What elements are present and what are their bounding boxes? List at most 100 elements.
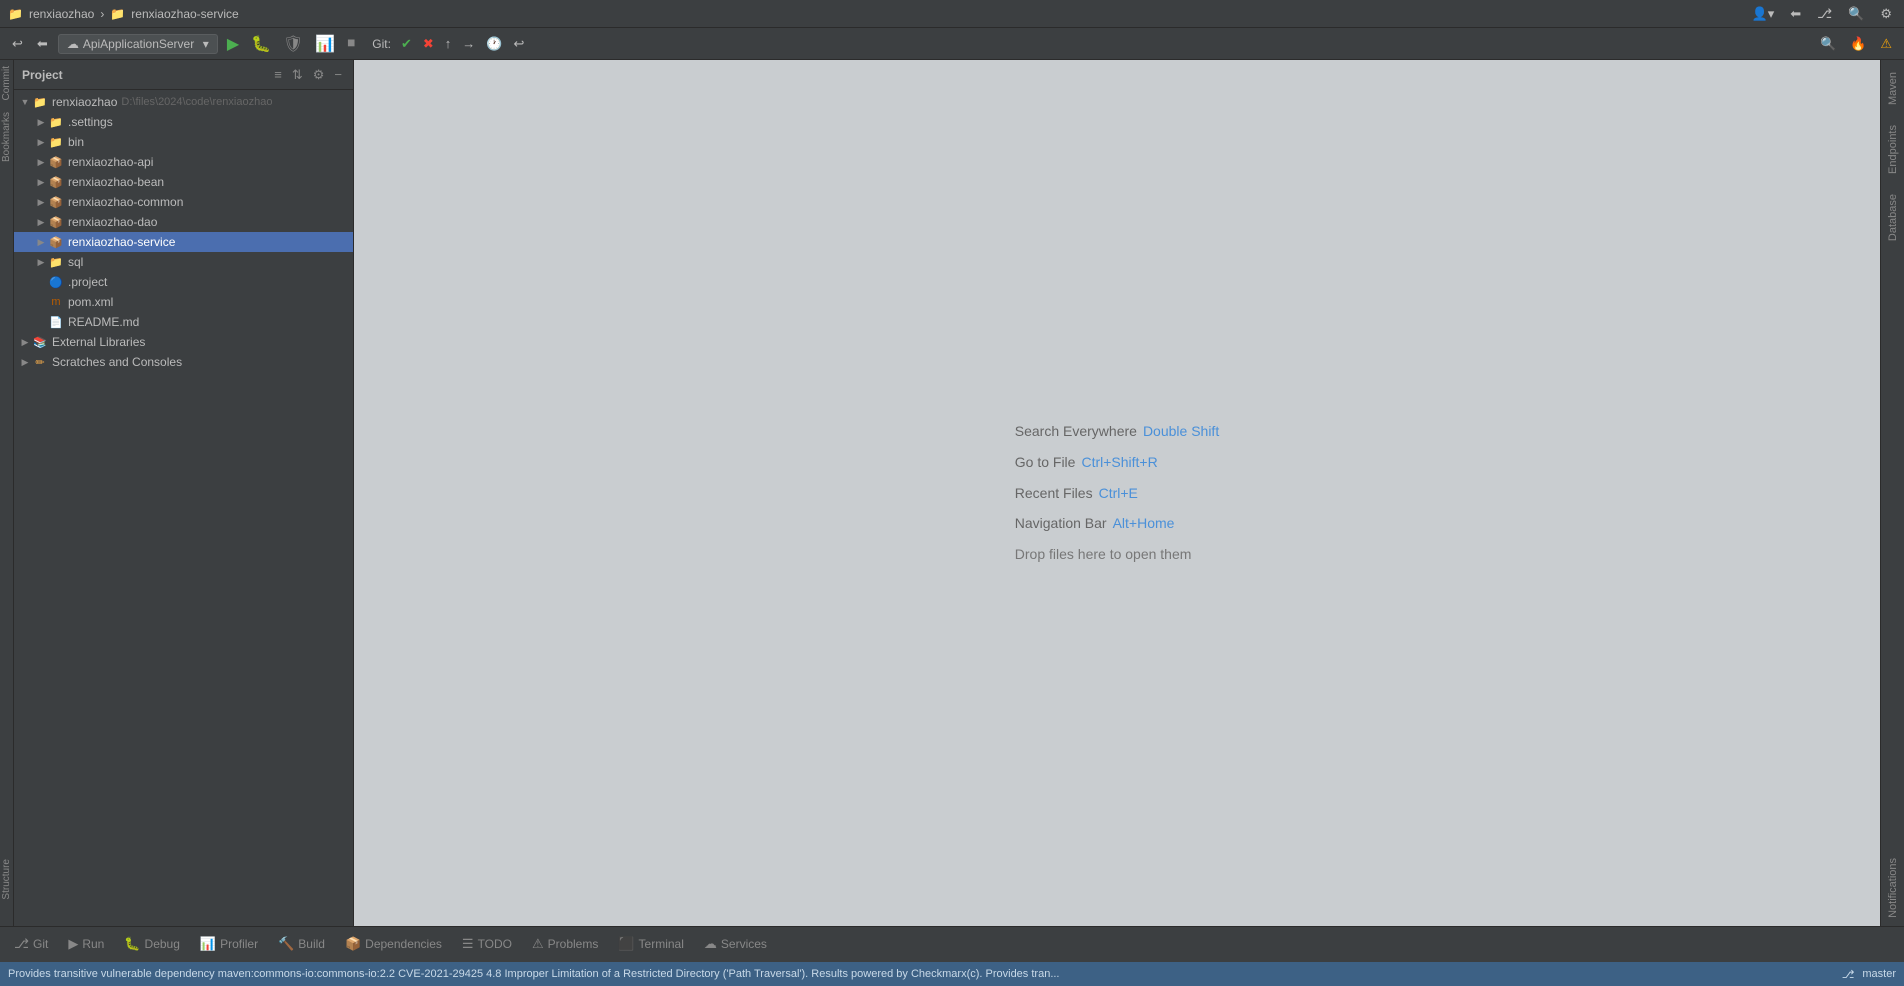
vcs-btn[interactable]: ⎇ <box>1813 4 1836 24</box>
tab-run[interactable]: ▶ Run <box>58 927 114 963</box>
database-tab[interactable]: Database <box>1885 186 1901 249</box>
ext-libs-icon: 📚 <box>32 334 48 350</box>
tab-todo[interactable]: ☰ TODO <box>452 927 522 963</box>
tree-bin[interactable]: ▶ 📁 bin <box>14 132 353 152</box>
sidebar-header: Project ≡ ⇅ ⚙ − <box>14 60 353 90</box>
bottom-tabs: ⎇ Git ▶ Run 🐛 Debug 📊 Profiler 🔨 Build 📦… <box>0 926 1904 962</box>
sidebar-title: Project <box>22 68 267 82</box>
tree-settings[interactable]: ▶ 📁 .settings <box>14 112 353 132</box>
tab-problems[interactable]: ⚠ Problems <box>522 927 608 963</box>
tree-project-file[interactable]: 🔵 .project <box>14 272 353 292</box>
status-message: Provides transitive vulnerable dependenc… <box>8 968 1059 980</box>
tree-sql[interactable]: ▶ 📁 sql <box>14 252 353 272</box>
tree-readme[interactable]: 📄 README.md <box>14 312 353 332</box>
search-label: Search Everywhere <box>1015 416 1137 447</box>
service-label: renxiaozhao-service <box>68 235 175 249</box>
git-checkmark-btn[interactable]: ✔ <box>397 34 416 54</box>
tree-common[interactable]: ▶ 📦 renxiaozhao-common <box>14 192 353 212</box>
profile-btn[interactable]: 📊 <box>312 32 338 56</box>
title-separator: › <box>100 7 104 21</box>
branch-name[interactable]: master <box>1862 968 1896 980</box>
commit-label[interactable]: Commit <box>0 60 13 106</box>
recent-key: Ctrl+E <box>1099 478 1138 509</box>
todo-tab-label: TODO <box>478 937 512 951</box>
sql-arrow: ▶ <box>34 257 48 268</box>
tab-build[interactable]: 🔨 Build <box>268 927 335 963</box>
dependencies-tab-label: Dependencies <box>365 937 442 951</box>
tab-terminal[interactable]: ⬛ Terminal <box>608 927 694 963</box>
git-arrow-up-btn[interactable]: ↑ <box>441 34 456 53</box>
nav-key: Alt+Home <box>1113 508 1175 539</box>
endpoints-tab[interactable]: Endpoints <box>1885 117 1901 182</box>
dao-label: renxiaozhao-dao <box>68 215 157 229</box>
api-arrow: ▶ <box>34 157 48 168</box>
tree-pom[interactable]: m pom.xml <box>14 292 353 312</box>
common-icon: 📦 <box>48 194 64 210</box>
tab-git[interactable]: ⎇ Git <box>4 927 58 963</box>
service-arrow: ▶ <box>34 237 48 248</box>
tree-dao[interactable]: ▶ 📦 renxiaozhao-dao <box>14 212 353 232</box>
tab-dependencies[interactable]: 📦 Dependencies <box>335 927 452 963</box>
tree-scratches[interactable]: ▶ ✏ Scratches and Consoles <box>14 352 353 372</box>
dao-icon: 📦 <box>48 214 64 230</box>
forward-btn[interactable]: ⬅ <box>33 34 52 54</box>
git-arrow-right-btn[interactable]: → <box>458 34 479 53</box>
scratches-icon: ✏ <box>32 354 48 370</box>
run-btn[interactable]: ▶ <box>224 32 242 56</box>
search-btn[interactable]: 🔍 <box>1816 34 1840 54</box>
sidebar-settings-btn[interactable]: ⚙ <box>310 66 328 84</box>
sidebar-content: ▼ 📁 renxiaozhao D:\files\2024\code\renxi… <box>14 90 353 926</box>
undo-btn[interactable]: ↩ <box>8 34 27 54</box>
maven-tab[interactable]: Maven <box>1885 64 1901 113</box>
git-label: Git: <box>372 37 391 51</box>
tab-debug[interactable]: 🐛 Debug <box>114 927 190 963</box>
common-arrow: ▶ <box>34 197 48 208</box>
tree-api[interactable]: ▶ 📦 renxiaozhao-api <box>14 152 353 172</box>
dependencies-tab-icon: 📦 <box>345 936 361 952</box>
run-config-dropdown[interactable]: ☁ ApiApplicationServer ▾ <box>58 34 218 54</box>
main-area: Commit Bookmarks Structure Project ≡ ⇅ ⚙… <box>0 60 1904 926</box>
drop-files: Drop files here to open them <box>1015 539 1219 570</box>
notifications-tab[interactable]: Notifications <box>1885 850 1901 926</box>
goto-shortcut: Go to File Ctrl+Shift+R <box>1015 447 1219 478</box>
settings-label: .settings <box>68 115 113 129</box>
debug-btn[interactable]: 🐛 <box>248 32 274 56</box>
tree-external-libs[interactable]: ▶ 📚 External Libraries <box>14 332 353 352</box>
tree-root[interactable]: ▼ 📁 renxiaozhao D:\files\2024\code\renxi… <box>14 92 353 112</box>
ext-libs-label: External Libraries <box>52 335 145 349</box>
git-undo-btn[interactable]: ↩ <box>509 34 528 54</box>
fire-btn[interactable]: 🔥 <box>1846 34 1870 54</box>
tree-service[interactable]: ▶ 📦 renxiaozhao-service <box>14 232 353 252</box>
sql-icon: 📁 <box>48 254 64 270</box>
tree-bean[interactable]: ▶ 📦 renxiaozhao-bean <box>14 172 353 192</box>
goto-key: Ctrl+Shift+R <box>1081 447 1157 478</box>
structure-label[interactable]: Structure <box>0 853 13 906</box>
user-icon-btn[interactable]: 👤▾ <box>1748 4 1779 24</box>
profiler-tab-label: Profiler <box>220 937 258 951</box>
coverage-btn[interactable]: 🛡 <box>280 32 306 56</box>
settings-btn[interactable]: ⚙ <box>1876 4 1896 24</box>
welcome-panel: Search Everywhere Double Shift Go to Fil… <box>1015 416 1219 570</box>
force-stop-btn[interactable]: ⏹ <box>344 33 358 55</box>
api-label: renxiaozhao-api <box>68 155 153 169</box>
root-folder-icon: 📁 <box>32 94 48 110</box>
git-clock-btn[interactable]: 🕐 <box>482 34 506 54</box>
bookmarks-label[interactable]: Bookmarks <box>0 106 13 168</box>
bean-arrow: ▶ <box>34 177 48 188</box>
profiler-tab-icon: 📊 <box>200 936 216 952</box>
bin-label: bin <box>68 135 84 149</box>
sidebar-expand-btn[interactable]: ⇅ <box>289 66 306 84</box>
terminal-tab-icon: ⬛ <box>618 936 634 952</box>
root-path: D:\files\2024\code\renxiaozhao <box>121 96 272 108</box>
search-everywhere-btn[interactable]: 🔍 <box>1844 4 1868 24</box>
sidebar-close-btn[interactable]: − <box>331 66 345 83</box>
sidebar-collapse-all-btn[interactable]: ≡ <box>271 66 285 83</box>
git-x-btn[interactable]: ✖ <box>419 34 438 54</box>
tab-profiler[interactable]: 📊 Profiler <box>190 927 268 963</box>
search-key: Double Shift <box>1143 416 1219 447</box>
common-label: renxiaozhao-common <box>68 195 183 209</box>
back-btn[interactable]: ⬅ <box>1786 4 1805 24</box>
tab-services[interactable]: ☁ Services <box>694 927 777 963</box>
title-bar: 📁 renxiaozhao › 📁 renxiaozhao-service 👤▾… <box>0 0 1904 28</box>
alert-btn[interactable]: ⚠ <box>1876 34 1896 54</box>
